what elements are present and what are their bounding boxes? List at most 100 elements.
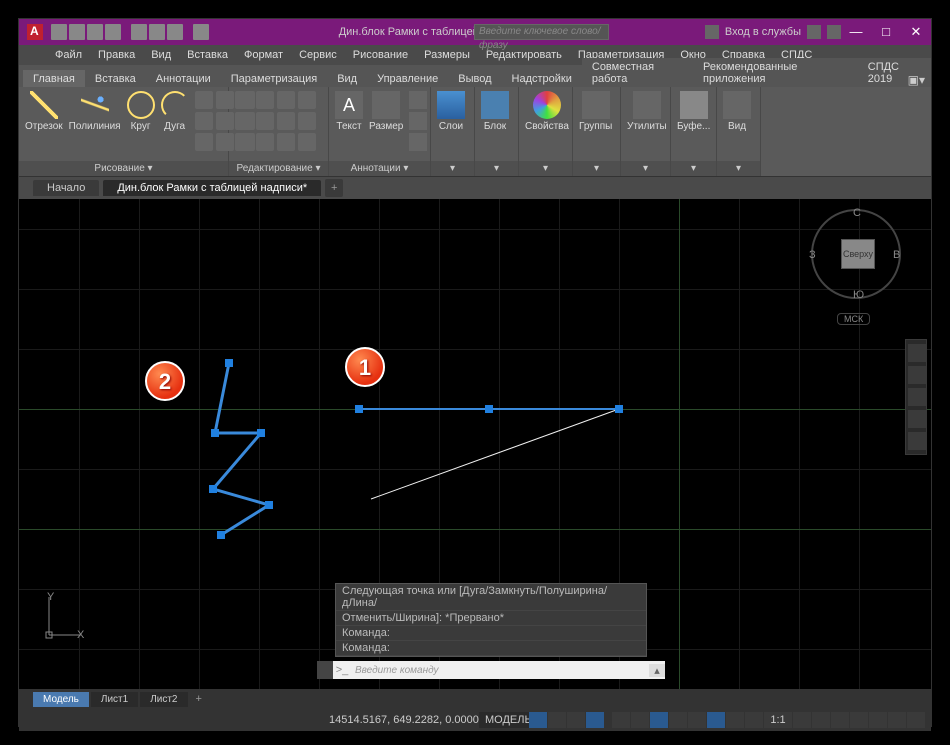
status-icon[interactable]	[888, 712, 906, 728]
otrack-toggle-icon[interactable]	[631, 712, 649, 728]
tab-annotate[interactable]: Аннотации	[146, 70, 221, 87]
tab-insert[interactable]: Вставка	[85, 70, 146, 87]
viewcube[interactable]: Сверху С Ю З В МСК	[811, 209, 901, 329]
maximize-button[interactable]: □	[871, 19, 901, 45]
new-tab-button[interactable]: +	[325, 179, 343, 197]
qat-undo-icon[interactable]	[149, 24, 165, 40]
tool-icon[interactable]	[195, 133, 213, 151]
status-icon[interactable]	[669, 712, 687, 728]
annotation-scale[interactable]: 1:1	[764, 712, 792, 728]
coordinates-readout[interactable]: 14514.5167, 649.2282, 0.0000	[329, 714, 479, 726]
status-icon[interactable]	[726, 712, 744, 728]
status-icon[interactable]	[793, 712, 811, 728]
layout-tab-model[interactable]: Модель	[33, 692, 89, 707]
scale-icon[interactable]	[256, 133, 274, 151]
menu-dimension[interactable]: Размеры	[416, 49, 478, 61]
rotate-icon[interactable]	[256, 91, 274, 109]
offset-icon[interactable]	[298, 133, 316, 151]
grip-point[interactable]	[265, 501, 273, 509]
clipboard-button[interactable]: Буфе...	[677, 91, 710, 132]
status-icon[interactable]	[831, 712, 849, 728]
help-icon[interactable]	[827, 25, 841, 39]
nav-showmotion-icon[interactable]	[908, 432, 926, 450]
panel-properties-expand[interactable]: ▾	[519, 161, 572, 176]
add-layout-button[interactable]: +	[190, 693, 208, 705]
drawing-canvas[interactable]: Сверху С Ю З В МСК 1 2	[19, 199, 931, 689]
customize-status-icon[interactable]	[907, 712, 925, 728]
panel-layers-expand[interactable]: ▾	[431, 161, 474, 176]
snap-toggle-icon[interactable]	[548, 712, 566, 728]
menu-format[interactable]: Формат	[236, 49, 291, 61]
panel-modify-title[interactable]: Редактирование ▾	[229, 161, 328, 176]
menu-file[interactable]: Файл	[47, 49, 90, 61]
nav-zoom-icon[interactable]	[908, 388, 926, 406]
tab-view[interactable]: Вид	[327, 70, 367, 87]
move-icon[interactable]	[235, 91, 253, 109]
tab-parametric[interactable]: Параметризация	[221, 70, 327, 87]
tab-collab[interactable]: Совместная работа	[582, 58, 693, 87]
mirror-icon[interactable]	[256, 112, 274, 130]
polar-toggle-icon[interactable]	[586, 712, 604, 728]
menu-tools[interactable]: Сервис	[291, 49, 345, 61]
tab-home[interactable]: Главная	[23, 70, 85, 87]
grip-point[interactable]	[615, 405, 623, 413]
status-icon[interactable]	[707, 712, 725, 728]
nav-wheel-icon[interactable]	[908, 344, 926, 362]
grip-point[interactable]	[209, 485, 217, 493]
panel-block-expand[interactable]: ▾	[475, 161, 518, 176]
grip-point[interactable]	[217, 531, 225, 539]
file-tab-start[interactable]: Начало	[33, 180, 99, 196]
qat-saveas-icon[interactable]	[105, 24, 121, 40]
table-icon[interactable]	[409, 112, 427, 130]
erase-icon[interactable]	[298, 91, 316, 109]
stretch-icon[interactable]	[235, 133, 253, 151]
exchange-icon[interactable]	[807, 25, 821, 39]
polyline-object-2[interactable]	[189, 349, 299, 549]
menu-view[interactable]: Вид	[143, 49, 179, 61]
trim-icon[interactable]	[277, 91, 295, 109]
polyline-object-1[interactable]	[339, 399, 639, 509]
tool-icon[interactable]	[195, 112, 213, 130]
properties-button[interactable]: Свойства	[525, 91, 569, 132]
tab-addins[interactable]: Надстройки	[502, 70, 582, 87]
status-icon[interactable]	[745, 712, 763, 728]
nav-pan-icon[interactable]	[908, 366, 926, 384]
panel-clipboard-expand[interactable]: ▾	[671, 161, 716, 176]
qat-share-icon[interactable]	[193, 24, 209, 40]
view-button[interactable]: Вид	[723, 91, 751, 132]
circle-button[interactable]: Круг	[127, 91, 155, 132]
minimize-button[interactable]: —	[841, 19, 871, 45]
grip-point[interactable]	[225, 359, 233, 367]
grip-point[interactable]	[211, 429, 219, 437]
panel-draw-title[interactable]: Рисование ▾	[19, 161, 228, 176]
groups-button[interactable]: Группы	[579, 91, 612, 132]
file-tab-document[interactable]: Дин.блок Рамки с таблицей надписи*	[103, 180, 321, 196]
menu-edit[interactable]: Правка	[90, 49, 143, 61]
line-button[interactable]: Отрезок	[25, 91, 63, 132]
user-icon[interactable]	[705, 25, 719, 39]
block-button[interactable]: Блок	[481, 91, 509, 132]
leader-icon[interactable]	[409, 91, 427, 109]
qat-redo-icon[interactable]	[167, 24, 183, 40]
layout-tab-sheet1[interactable]: Лист1	[91, 692, 138, 707]
nav-orbit-icon[interactable]	[908, 410, 926, 428]
command-input[interactable]: Введите команду	[351, 665, 649, 676]
cmdline-recent-icon[interactable]: ▴	[649, 664, 665, 677]
tab-featured[interactable]: Рекомендованные приложения	[693, 58, 858, 87]
panel-view-expand[interactable]: ▾	[717, 161, 760, 176]
qat-open-icon[interactable]	[69, 24, 85, 40]
tool-icon[interactable]	[195, 91, 213, 109]
app-icon[interactable]	[27, 24, 43, 40]
ortho-toggle-icon[interactable]	[567, 712, 585, 728]
viewcube-top[interactable]: Сверху	[841, 239, 875, 269]
search-input[interactable]: Введите ключевое слово/фразу	[474, 24, 609, 40]
ribbon-collapse-icon[interactable]: ▣▾	[908, 73, 925, 87]
status-icon[interactable]	[850, 712, 868, 728]
menu-draw[interactable]: Рисование	[345, 49, 416, 61]
tab-manage[interactable]: Управление	[367, 70, 448, 87]
layout-tab-sheet2[interactable]: Лист2	[140, 692, 187, 707]
qat-new-icon[interactable]	[51, 24, 67, 40]
status-icon[interactable]	[688, 712, 706, 728]
osnap-toggle-icon[interactable]	[612, 712, 630, 728]
panel-utilities-expand[interactable]: ▾	[621, 161, 670, 176]
